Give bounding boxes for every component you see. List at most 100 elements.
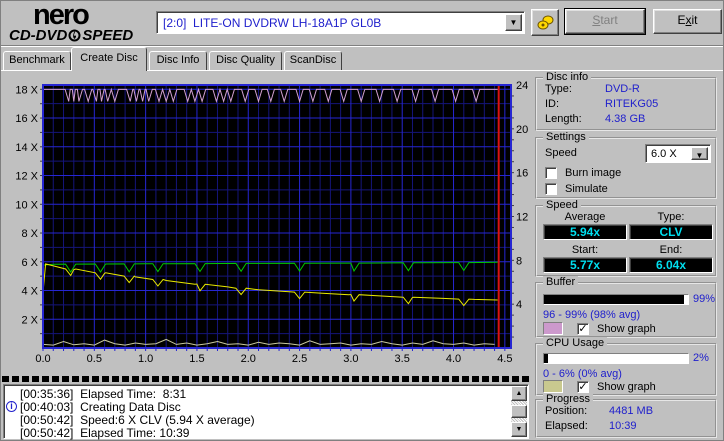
end-speed-value: 6.04x [629,257,713,273]
disc-type-label: Type: [545,83,572,95]
simulate-label: Simulate [565,183,608,195]
start-button[interactable]: Start [565,9,645,34]
flame-disc-icon [68,29,81,46]
tab-scandisc[interactable]: ScanDisc [284,51,342,70]
svg-text:3.0: 3.0 [343,353,358,365]
end-speed-label: End: [629,244,713,256]
svg-text:8: 8 [516,255,522,267]
progress-group: Progress Position: 4481 MB Elapsed: 10:3… [535,399,717,438]
scrollbar-thumb[interactable] [511,405,527,418]
tools-icon [536,21,555,35]
start-speed-label: Start: [543,244,627,256]
log-scrollbar[interactable]: ▲ ▼ [511,386,527,437]
chevron-down-icon[interactable]: ▼ [691,147,708,160]
tab-disc-info[interactable]: Disc Info [149,51,207,70]
position-label: Position: [545,405,587,417]
scroll-up-icon[interactable]: ▲ [511,386,527,401]
group-title: CPU Usage [543,337,607,349]
buffer-show-graph-label: Show graph [597,323,656,335]
log-line: [00:50:42] Speed:6 X CLV (5.94 X average… [20,413,255,427]
cpu-usage-group: CPU Usage 2% 0 - 6% (0% avg) ✓ Show grap… [535,343,717,396]
nero-wordmark: nero [9,3,159,27]
average-speed-value: 5.94x [543,224,627,240]
cpu-range: 0 - 6% (0% avg) [543,368,622,380]
speed-results-group: Speed Average Type: 5.94x CLV Start: End… [535,205,717,277]
write-speed-chart: 2 X 4 X 6 X 8 X 10 X 12 X 14 X 16 X 18 X 4 8 12 16 20… [1,71,531,367]
options-button[interactable] [531,9,559,36]
buffer-group: Buffer 99% 96 - 99% (98% avg) ✓ Show gra… [535,282,717,338]
speed-setting-label: Speed [545,147,577,159]
drive-select-value: [2:0] LITE-ON DVDRW LH-18A1P GL0B [163,16,381,30]
elapsed-label: Elapsed: [545,420,588,432]
group-title: Disc info [543,71,591,83]
disc-id-value: RITEKG05 [605,98,658,110]
log-line: [00:40:03] Creating Data Disc [20,400,181,414]
start-speed-value: 5.77x [543,257,627,273]
log-splitter[interactable] [2,375,530,382]
svg-text:24: 24 [516,80,528,92]
speed-select-combobox[interactable]: 6.0 X ▼ [645,144,711,163]
svg-text:2 X: 2 X [21,314,38,326]
svg-text:0.0: 0.0 [35,353,50,365]
svg-text:8 X: 8 X [21,228,38,240]
svg-text:20: 20 [516,124,528,136]
info-icon: i [6,401,17,412]
svg-text:4 X: 4 X [21,286,38,298]
exit-button[interactable]: Exit [653,9,722,34]
svg-text:0.5: 0.5 [87,353,102,365]
average-label: Average [543,211,627,223]
svg-text:16 X: 16 X [15,113,38,125]
scroll-down-icon[interactable]: ▼ [511,422,527,437]
disc-id-label: ID: [545,98,559,110]
logo-speed: SPEED [82,27,133,44]
buffer-percent: 99% [693,293,715,305]
simulate-checkbox[interactable] [545,183,557,195]
svg-text:4.5: 4.5 [497,353,512,365]
svg-text:4: 4 [516,299,522,311]
group-title: Speed [543,199,581,211]
svg-text:1.5: 1.5 [189,353,204,365]
disc-length-label: Length: [545,113,582,125]
svg-text:2.0: 2.0 [241,353,256,365]
cpu-usage-bar [543,353,689,364]
tab-disc-quality[interactable]: Disc Quality [209,51,282,70]
position-value: 4481 MB [609,405,653,417]
cpu-show-graph-label: Show graph [597,381,656,393]
disc-info-group: Disc info Type: DVD-R ID: RITEKG05 Lengt… [535,77,717,131]
svg-text:4.0: 4.0 [446,353,461,365]
cpu-percent: 2% [693,352,709,364]
cpu-graph-swatch [543,380,563,393]
group-title: Buffer [543,276,578,288]
event-log[interactable]: i [00:35:36] Elapsed Time: 8:31 [00:40:0… [3,384,529,439]
nero-logo: nero CD-DVD SPEED [9,3,159,46]
disc-length-value: 4.38 GB [605,113,645,125]
buffer-level-bar [543,294,689,305]
burn-image-checkbox[interactable] [545,167,557,179]
log-line: [00:50:42] Elapsed Time: 10:39 [20,426,189,440]
svg-text:10 X: 10 X [15,199,38,211]
svg-text:12: 12 [516,212,528,224]
elapsed-value: 10:39 [609,420,637,432]
app-window: nero CD-DVD SPEED [2:0] LITE-ON DVDRW LH-… [0,0,724,441]
logo-cddvd: CD-DVD [9,27,67,44]
group-title: Settings [543,131,589,143]
cpu-show-graph-checkbox[interactable]: ✓ [577,381,589,393]
buffer-graph-swatch [543,322,563,335]
tab-create-disc[interactable]: Create Disc [71,47,147,71]
buffer-range: 96 - 99% (98% avg) [543,309,640,321]
speed-type-value: CLV [629,224,713,240]
burn-image-label: Burn image [565,167,621,179]
type-label: Type: [629,211,713,223]
svg-text:1.0: 1.0 [138,353,153,365]
log-line: [00:35:36] Elapsed Time: 8:31 [20,387,186,401]
svg-text:14 X: 14 X [15,142,38,154]
buffer-show-graph-checkbox[interactable]: ✓ [577,323,589,335]
svg-text:6 X: 6 X [21,257,38,269]
svg-text:12 X: 12 X [15,171,38,183]
svg-text:18 X: 18 X [15,84,38,96]
drive-select-combobox[interactable]: [2:0] LITE-ON DVDRW LH-18A1P GL0B ▼ [156,11,525,34]
chevron-down-icon[interactable]: ▼ [505,14,522,31]
tab-benchmark[interactable]: Benchmark [3,51,71,70]
svg-text:16: 16 [516,168,528,180]
svg-text:3.5: 3.5 [395,353,410,365]
